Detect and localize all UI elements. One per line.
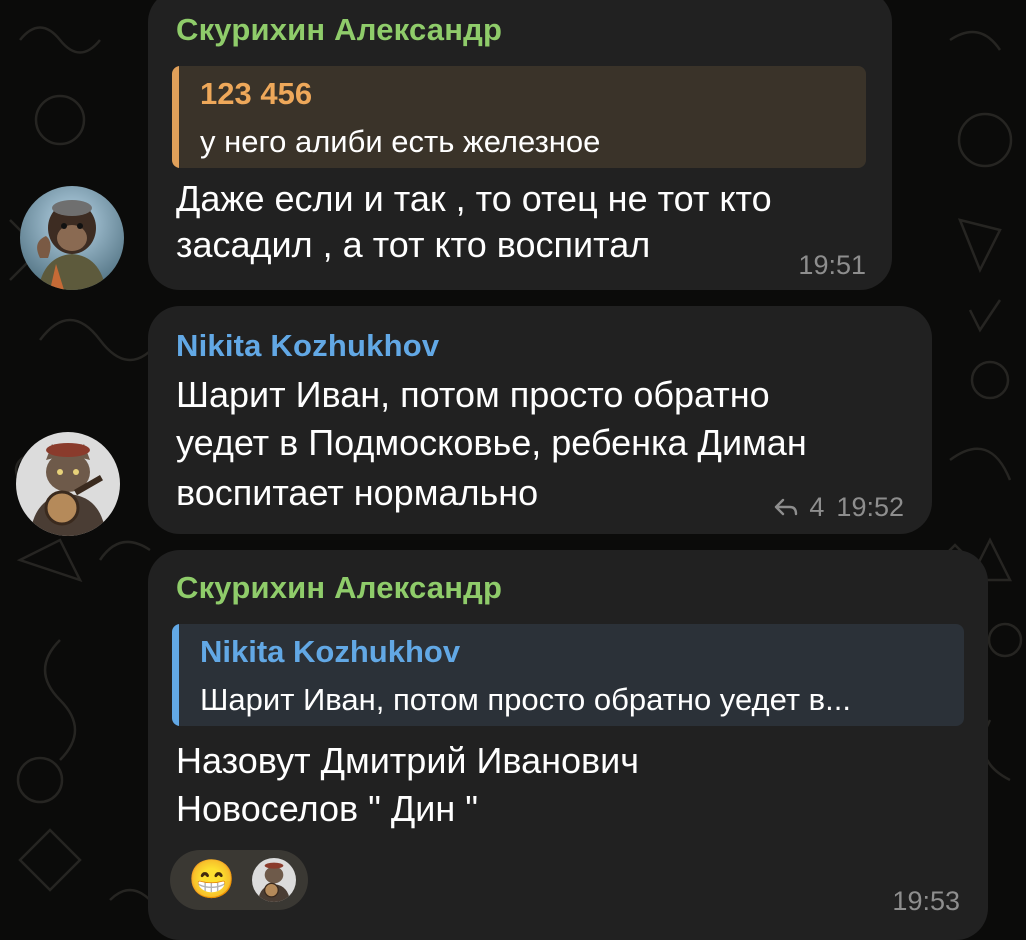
- grinning-emoji-icon: 😁: [188, 859, 236, 901]
- message-line: Даже если и так , то отец не тот кто: [176, 178, 772, 219]
- chimpanzee-avatar-icon: [20, 186, 124, 290]
- sender-name[interactable]: Скурихин Александр: [176, 570, 502, 606]
- quote-accent-bar: [172, 624, 179, 726]
- sender-name[interactable]: Nikita Kozhukhov: [176, 328, 439, 364]
- sender-name[interactable]: Скурихин Александр: [176, 12, 502, 48]
- sender-avatar[interactable]: [16, 432, 120, 536]
- cat-with-banjo-avatar-icon: [16, 432, 120, 536]
- message-meta[interactable]: 4 19:52: [773, 492, 904, 523]
- quote-text: у него алиби есть железное: [200, 124, 601, 159]
- message-line: Новоселов " Дин ": [176, 788, 479, 829]
- sender-avatar[interactable]: [20, 186, 124, 290]
- message-line: Шарит Иван, потом просто обратно: [176, 374, 770, 415]
- reply-arrow-icon: [775, 498, 798, 515]
- quote-author: Nikita Kozhukhov: [200, 634, 461, 669]
- reply-quote[interactable]: Nikita Kozhukhov Шарит Иван, потом прост…: [172, 624, 964, 726]
- message-line: воспитает нормально: [176, 472, 539, 513]
- message-bubble[interactable]: Скурихин Александр Nikita Kozhukhov Шари…: [148, 550, 988, 940]
- reaction-chip[interactable]: 😁: [170, 850, 308, 910]
- message-line: уедет в Подмосковье, ребенка Диман: [176, 422, 807, 463]
- message-time: 19:51: [798, 250, 866, 280]
- message-bubble[interactable]: Nikita Kozhukhov Шарит Иван, потом прост…: [148, 306, 932, 534]
- quote-author: 123 456: [200, 76, 313, 111]
- quote-accent-bar: [172, 66, 179, 168]
- message-line: Назовут Дмитрий Иванович: [176, 740, 640, 781]
- message-line: засадил , а тот кто воспитал: [176, 224, 651, 265]
- message-time: 19:53: [892, 886, 960, 916]
- reply-count: 4: [809, 492, 825, 522]
- cat-with-banjo-avatar-icon: [252, 858, 296, 902]
- quote-text: Шарит Иван, потом просто обратно уедет в…: [200, 682, 851, 717]
- reply-quote[interactable]: 123 456 у него алиби есть железное: [172, 66, 866, 168]
- message-bubble[interactable]: Скурихин Александр 123 456 у него алиби …: [148, 0, 892, 290]
- message-time: 19:52: [836, 492, 904, 522]
